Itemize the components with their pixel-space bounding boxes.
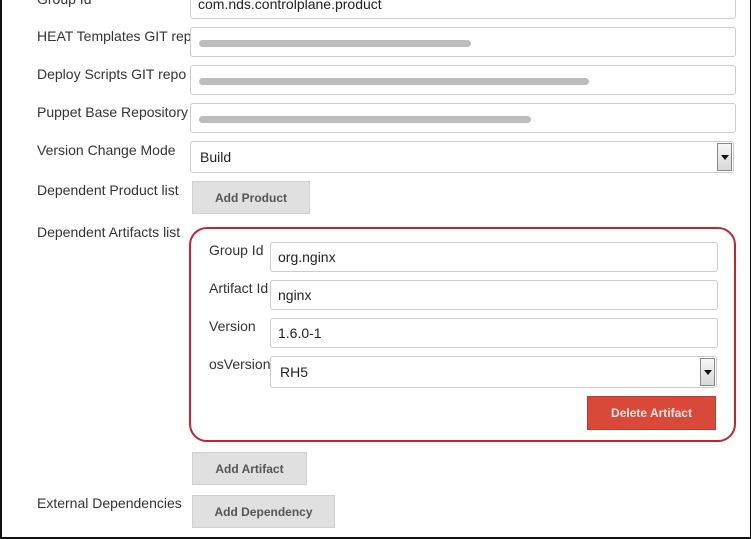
chevron-down-icon[interactable] xyxy=(700,358,715,386)
artifact-group-id-label: Group Id xyxy=(209,242,264,258)
artifact-group-id-input[interactable]: org.nginx xyxy=(270,242,718,272)
group-id-input[interactable]: com.nds.controlplane.product xyxy=(190,0,736,19)
add-product-button[interactable]: Add Product xyxy=(192,181,310,214)
artifact-id-value: nginx xyxy=(278,287,312,303)
group-id-label: Group Id xyxy=(37,0,91,7)
add-artifact-button[interactable]: Add Artifact xyxy=(192,452,307,485)
delete-artifact-button[interactable]: Delete Artifact xyxy=(587,396,716,430)
puppet-repo-label: Puppet Base Repository xyxy=(37,104,188,120)
redacted-value xyxy=(199,40,471,47)
dependent-artifacts-label: Dependent Artifacts list xyxy=(37,224,181,240)
redacted-value xyxy=(199,78,589,85)
group-id-value: com.nds.controlplane.product xyxy=(198,0,382,12)
artifact-group-id-value: org.nginx xyxy=(278,249,336,265)
heat-repo-label: HEAT Templates GIT repo xyxy=(37,28,200,44)
chevron-down-icon[interactable] xyxy=(717,143,732,171)
artifact-version-label: Version xyxy=(209,318,256,334)
os-version-value: RH5 xyxy=(280,364,309,380)
os-version-select[interactable]: RH5 xyxy=(270,356,717,388)
artifact-version-value: 1.6.0-1 xyxy=(278,325,322,341)
version-change-mode-select[interactable]: Build xyxy=(190,141,734,173)
external-dependencies-label: External Dependencies xyxy=(37,495,182,511)
heat-repo-input[interactable] xyxy=(190,27,736,57)
artifact-version-input[interactable]: 1.6.0-1 xyxy=(270,318,718,348)
os-version-label: osVersion xyxy=(209,356,271,372)
deploy-repo-label: Deploy Scripts GIT repo xyxy=(37,66,187,82)
deploy-repo-input[interactable] xyxy=(190,65,736,95)
version-change-mode-label: Version Change Mode xyxy=(37,142,176,158)
puppet-repo-input[interactable] xyxy=(190,103,736,133)
artifact-id-label: Artifact Id xyxy=(209,280,269,296)
add-dependency-button[interactable]: Add Dependency xyxy=(192,495,335,528)
version-change-mode-value: Build xyxy=(200,149,232,165)
redacted-value xyxy=(199,116,531,123)
artifact-id-input[interactable]: nginx xyxy=(270,280,718,310)
dependent-products-label: Dependent Product list xyxy=(37,182,179,198)
